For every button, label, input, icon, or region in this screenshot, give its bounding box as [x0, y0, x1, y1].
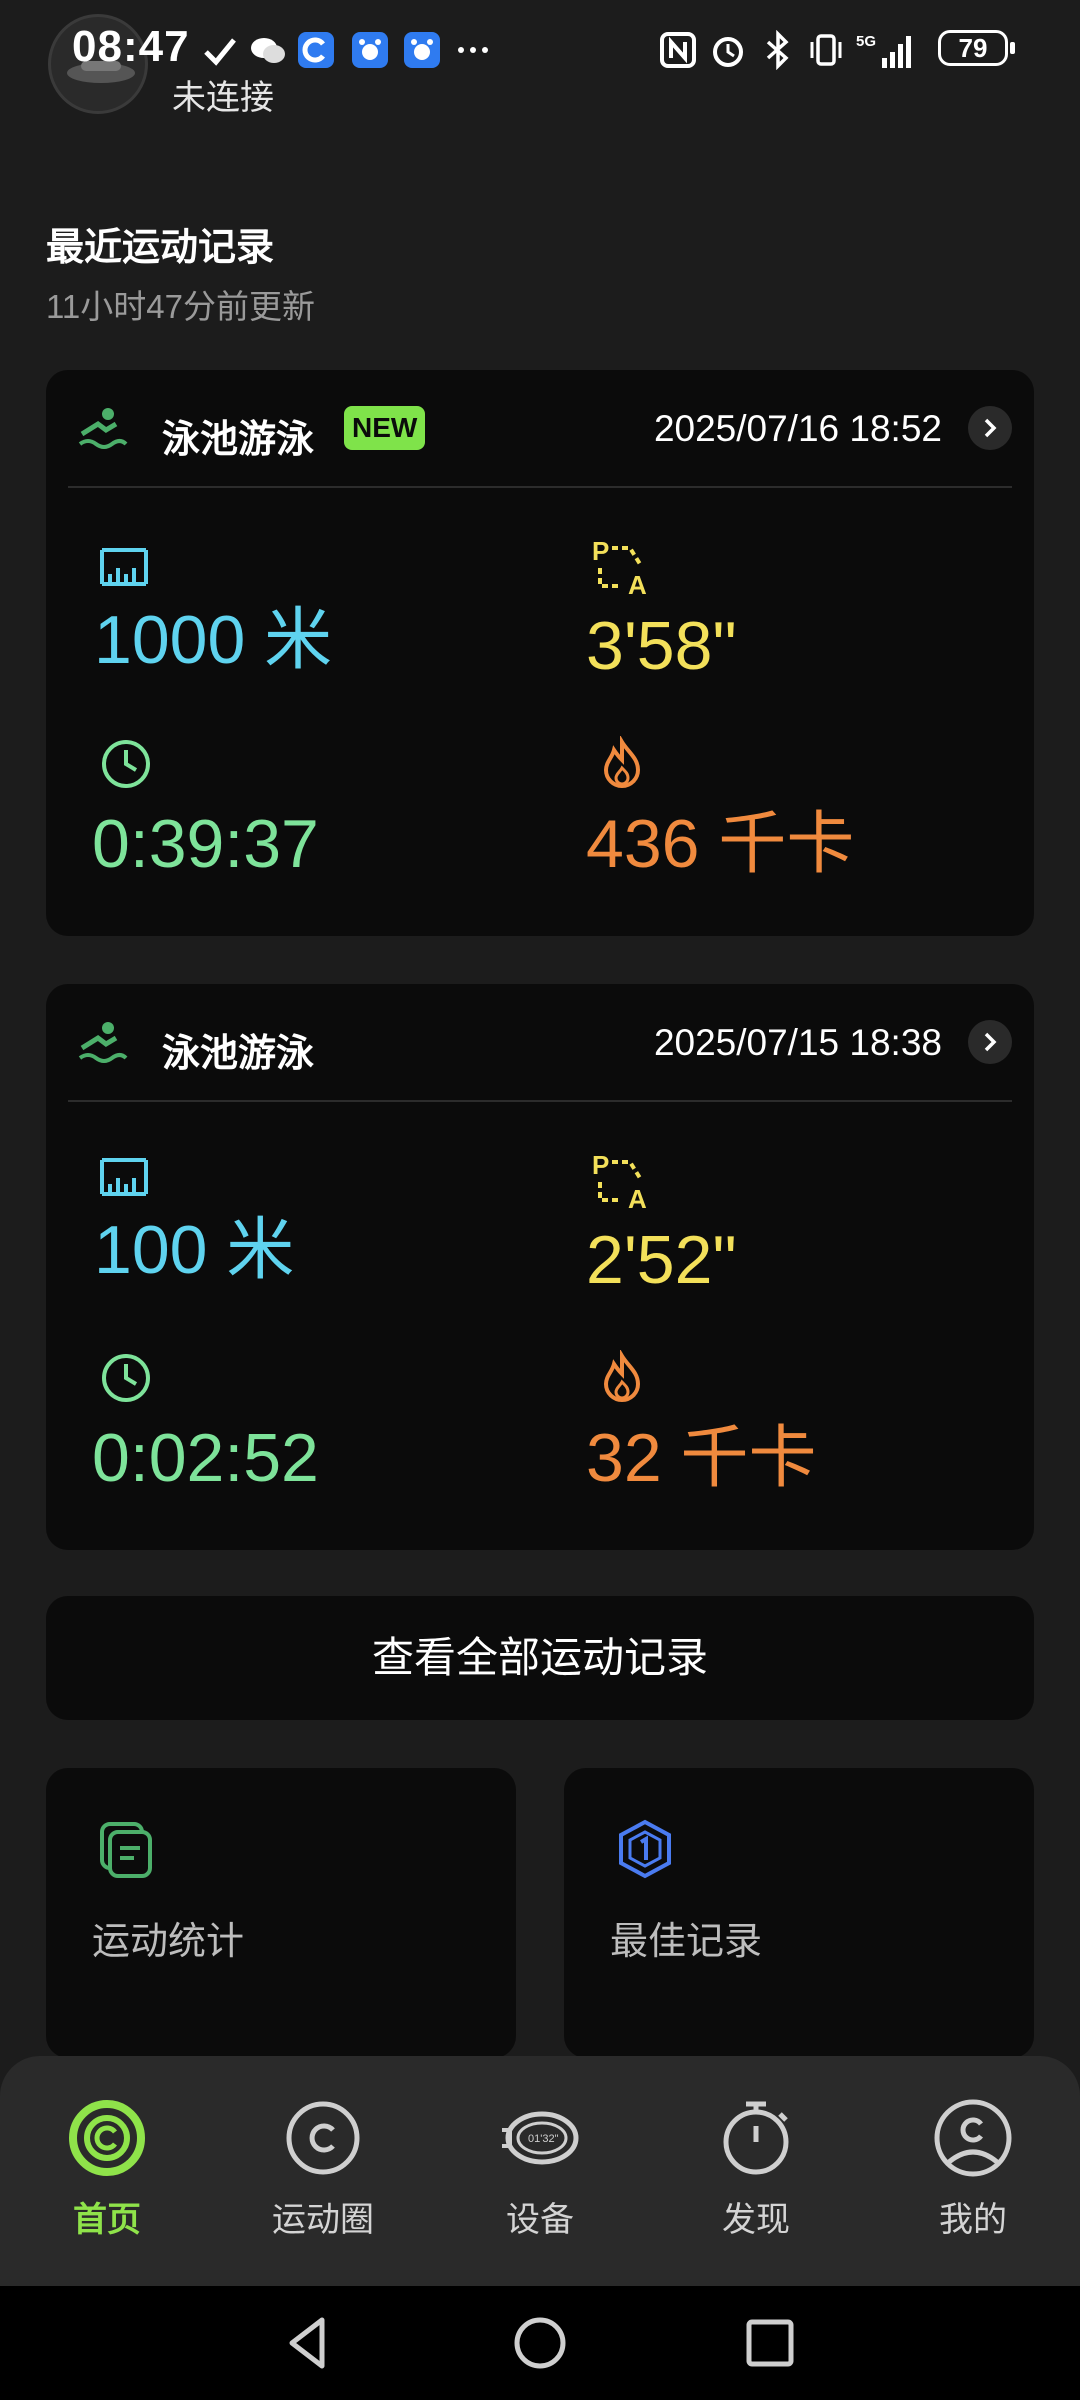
chevron-right-icon[interactable] — [968, 406, 1012, 450]
pace-value: 2'52" — [586, 1222, 737, 1298]
pace-value: 3'58" — [586, 608, 737, 684]
tab-sport-circle[interactable]: 运动圈 — [233, 2096, 413, 2241]
tab-label: 运动圈 — [272, 2201, 374, 2239]
bluetooth-icon — [766, 30, 789, 70]
workout-datetime: 2025/07/16 18:52 — [653, 408, 942, 449]
connection-status: 未连接 — [172, 79, 274, 117]
distance-icon — [100, 548, 148, 586]
svg-text:P: P — [592, 1150, 609, 1180]
swim-icon — [78, 408, 128, 449]
new-badge: NEW — [344, 406, 426, 450]
signal-5g-icon: 5G — [856, 33, 911, 68]
best-record-icon — [619, 1819, 671, 1879]
duration-value: 0:02:52 — [92, 1420, 319, 1496]
workout-card[interactable]: 泳池游泳 2025/07/15 18:38 100 米 PA 2'52" 0:0… — [46, 984, 1034, 1550]
pace-icon: PA — [592, 536, 647, 598]
baidu-icon — [352, 32, 388, 68]
stats-tile[interactable]: 运动统计 — [46, 1768, 516, 2058]
vibrate-icon — [810, 34, 842, 66]
workout-datetime: 2025/07/15 18:38 — [653, 1022, 942, 1063]
watch-icon: 01'32" — [502, 2111, 579, 2165]
tab-label: 首页 — [73, 2201, 141, 2239]
swim-icon — [78, 1022, 128, 1063]
clock-icon — [102, 1354, 150, 1402]
tab-me[interactable]: 我的 — [883, 2096, 1063, 2241]
app-c-icon — [298, 32, 334, 68]
distance-value: 100 米 — [94, 1212, 295, 1288]
svg-text:A: A — [628, 1184, 647, 1212]
divider — [68, 1100, 1012, 1102]
baidu-icon-2 — [404, 32, 440, 68]
flame-icon — [603, 1350, 641, 1402]
back-icon[interactable] — [276, 2310, 342, 2376]
battery-indicator: 79 — [938, 30, 1015, 66]
best-records-tile[interactable]: 最佳记录 — [564, 1768, 1034, 2058]
clock-icon — [102, 740, 150, 788]
tab-label: 我的 — [939, 2201, 1007, 2239]
chevron-right-icon[interactable] — [968, 1020, 1012, 1064]
calories-value: 436 千卡 — [586, 806, 855, 882]
alarm-icon — [713, 37, 743, 67]
home-ring-icon — [69, 2100, 145, 2176]
duration-value: 0:39:37 — [92, 806, 319, 882]
workout-type: 泳池游泳 — [162, 1033, 315, 1075]
status-time: 08:47 — [72, 22, 190, 71]
svg-text:01'32": 01'32" — [528, 2133, 559, 2145]
tab-label: 设备 — [506, 2201, 574, 2239]
profile-icon — [934, 2099, 1012, 2177]
nfc-icon — [660, 32, 696, 68]
pace-icon: PA — [592, 1150, 647, 1212]
tab-discover[interactable]: 发现 — [666, 2096, 846, 2241]
workout-card[interactable]: 泳池游泳 NEW 2025/07/16 18:52 1000 米 PA 3'58… — [46, 370, 1034, 936]
circle-c-icon — [286, 2101, 360, 2175]
best-record-label: 最佳记录 — [610, 1921, 763, 1963]
svg-text:A: A — [628, 570, 647, 598]
svg-text:5G: 5G — [856, 33, 876, 50]
distance-value: 1000 米 — [94, 602, 333, 678]
recent-records-updated: 11小时47分前更新 — [46, 288, 315, 325]
tab-home[interactable]: 首页 — [17, 2096, 197, 2241]
stats-label: 运动统计 — [92, 1921, 245, 1963]
view-all-records-button[interactable]: 查看全部运动记录 — [46, 1596, 1034, 1720]
recents-icon[interactable] — [737, 2310, 803, 2376]
tab-device[interactable]: 01'32" 设备 — [450, 2096, 630, 2241]
workout-type: 泳池游泳 — [162, 419, 315, 461]
notification-icon — [204, 38, 236, 66]
system-nav-bar — [0, 2286, 1080, 2400]
stats-icon — [100, 1822, 152, 1878]
status-bar: 08:47 5G 79 未连接 — [0, 0, 1080, 117]
bottom-tab-bar: 首页 运动圈 01'32" 设备 发现 我的 — [0, 2056, 1080, 2286]
divider — [68, 486, 1012, 488]
svg-text:P: P — [592, 536, 609, 566]
wechat-icon — [251, 38, 285, 63]
tab-label: 发现 — [722, 2201, 790, 2239]
calories-value: 32 千卡 — [586, 1420, 817, 1496]
distance-icon — [100, 1158, 148, 1196]
flame-icon — [603, 736, 641, 788]
home-icon[interactable] — [507, 2310, 573, 2376]
more-dots-icon — [458, 47, 488, 53]
recent-records-title: 最近运动记录 — [46, 227, 275, 269]
stopwatch-icon — [723, 2101, 789, 2175]
